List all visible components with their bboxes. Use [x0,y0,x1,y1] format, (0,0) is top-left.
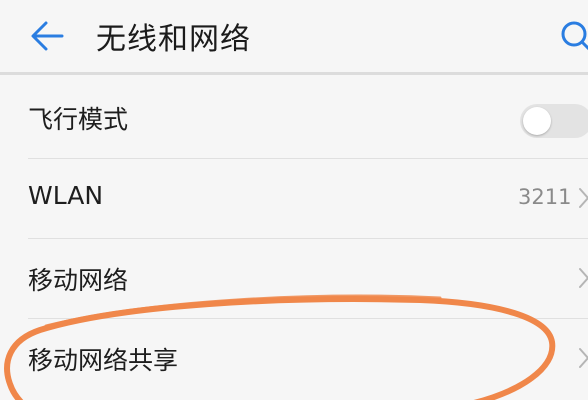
search-button[interactable] [556,14,588,58]
chevron-right-icon [579,188,588,208]
mobile-network-label: 移动网络 [28,266,129,295]
airplane-mode-row[interactable]: 飞行模式 [0,78,588,158]
back-arrow-icon [31,21,64,51]
airplane-mode-label: 飞行模式 [28,105,129,134]
mobile-network-row[interactable]: 移动网络 [0,239,588,319]
chevron-right-icon [579,268,588,288]
wlan-network-name: 3211 [518,185,572,209]
wlan-label: WLAN [28,181,104,210]
back-button[interactable] [26,16,70,56]
app-bar: 无线和网络 [0,0,588,72]
settings-screen: 无线和网络 飞行模式 WLAN 3211 移动网络 移动网络共享 [0,0,588,400]
header-divider [0,72,588,75]
tethering-row[interactable]: 移动网络共享 [0,319,588,399]
toggle-knob [523,107,551,135]
search-icon [561,21,588,51]
chevron-right-icon [579,348,588,368]
page-title: 无线和网络 [96,22,251,57]
wlan-row[interactable]: WLAN 3211 [0,159,588,239]
tethering-label: 移动网络共享 [28,346,179,375]
airplane-mode-toggle[interactable] [520,104,588,138]
